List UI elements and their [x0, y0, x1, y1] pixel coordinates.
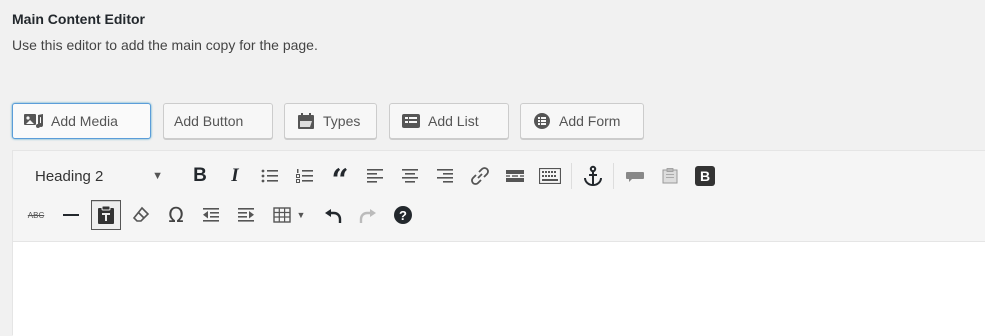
chevron-down-icon: ▼	[296, 210, 306, 220]
format-select-value: Heading 2	[35, 167, 104, 185]
editor-toolbar: Heading 2 ▼ B I “ B ABC Ω ▼ ?	[13, 151, 985, 242]
content-editor: Heading 2 ▼ B I “ B ABC Ω ▼ ?	[12, 150, 985, 336]
undo-button[interactable]	[318, 200, 348, 230]
toolbar-toggle-button[interactable]	[535, 161, 565, 191]
anchor-button[interactable]	[578, 161, 608, 191]
format-select[interactable]: Heading 2 ▼	[21, 161, 171, 191]
redo-icon	[359, 209, 376, 223]
list-icon	[400, 111, 422, 131]
strikethrough-button[interactable]: ABC	[21, 200, 51, 230]
table-icon	[272, 207, 291, 223]
field-description: Use this editor to add the main copy for…	[12, 37, 318, 53]
bold-button[interactable]: B	[185, 161, 215, 191]
clear-formatting-icon	[132, 206, 150, 222]
align-left-button[interactable]	[360, 161, 390, 191]
types-button[interactable]: Types	[284, 103, 377, 139]
toolbar-toggle-icon	[539, 168, 561, 184]
blockquote-button[interactable]: “	[325, 161, 355, 196]
editor-content-area[interactable]	[13, 242, 985, 336]
add-button-button[interactable]: Add Button	[163, 103, 273, 139]
align-center-button[interactable]	[395, 161, 425, 191]
read-more-button[interactable]	[500, 161, 530, 191]
comment-button[interactable]	[620, 161, 650, 191]
add-form-button[interactable]: Add Form	[520, 103, 644, 139]
special-character-button[interactable]: Ω	[161, 200, 191, 230]
align-right-icon	[437, 169, 453, 183]
types-icon	[295, 111, 317, 131]
bootstrap-icon: B	[695, 166, 715, 186]
add-button-label: Add Button	[174, 113, 244, 129]
link-button[interactable]	[465, 161, 495, 191]
paste-as-text-button[interactable]	[91, 200, 121, 230]
field-label: Main Content Editor	[12, 11, 145, 27]
form-icon	[531, 111, 553, 131]
link-icon	[471, 167, 489, 185]
clear-formatting-button[interactable]	[126, 200, 156, 230]
outdent-button[interactable]	[196, 200, 226, 230]
align-left-icon	[367, 169, 383, 183]
indent-button[interactable]	[231, 200, 261, 230]
italic-icon: I	[231, 165, 239, 186]
redo-button[interactable]	[353, 200, 383, 230]
bold-icon: B	[193, 165, 207, 186]
bulleted-list-button[interactable]	[255, 161, 285, 191]
toolbar-separator	[613, 163, 614, 189]
chevron-down-icon: ▼	[152, 170, 163, 182]
read-more-icon	[506, 170, 524, 182]
add-media-icon	[23, 111, 45, 131]
toolbar-separator	[571, 163, 572, 189]
bootstrap-button[interactable]: B	[690, 161, 720, 191]
clipboard-button[interactable]	[655, 161, 685, 191]
comment-icon	[626, 172, 644, 182]
indent-icon	[238, 208, 254, 222]
undo-icon	[325, 209, 342, 223]
add-media-label: Add Media	[51, 113, 118, 129]
add-media-button[interactable]: Add Media	[12, 103, 151, 139]
add-list-label: Add List	[428, 113, 479, 129]
help-icon: ?	[394, 206, 412, 224]
align-center-icon	[402, 169, 418, 183]
numbered-list-icon	[296, 169, 313, 183]
horizontal-line-button[interactable]	[56, 200, 86, 230]
anchor-icon	[584, 165, 602, 186]
numbered-list-button[interactable]	[290, 161, 320, 191]
add-list-button[interactable]: Add List	[389, 103, 509, 139]
horizontal-line-icon	[63, 214, 79, 216]
align-right-button[interactable]	[430, 161, 460, 191]
clipboard-icon	[662, 168, 678, 184]
add-form-label: Add Form	[559, 113, 621, 129]
strikethrough-icon: ABC	[27, 210, 45, 220]
help-button[interactable]: ?	[388, 200, 418, 230]
italic-button[interactable]: I	[220, 161, 250, 191]
blockquote-icon: “	[331, 163, 349, 198]
special-character-icon: Ω	[168, 203, 184, 227]
outdent-icon	[203, 208, 219, 222]
paste-as-text-icon	[98, 205, 114, 224]
types-label: Types	[323, 113, 361, 129]
table-button[interactable]: ▼	[266, 200, 312, 230]
bulleted-list-icon	[261, 169, 278, 183]
